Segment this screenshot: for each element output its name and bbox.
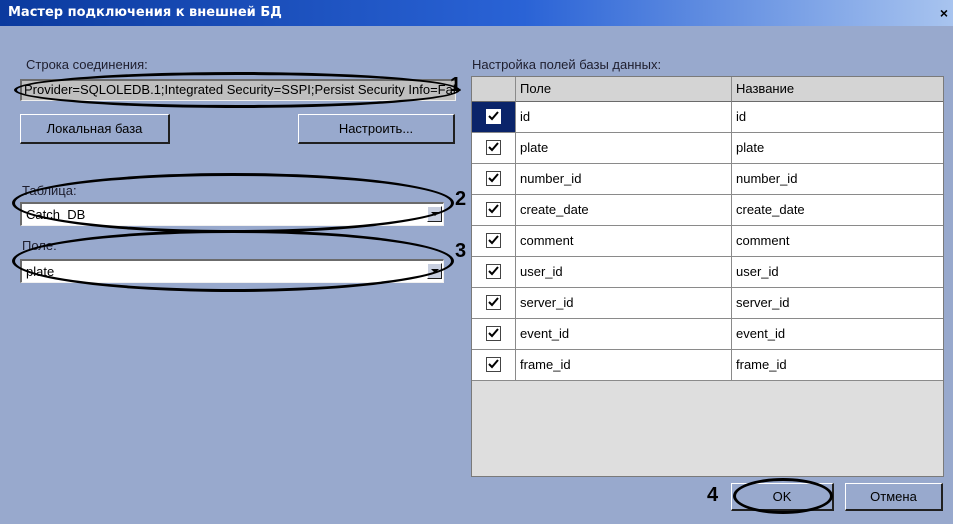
row-checkbox[interactable] — [486, 326, 501, 341]
row-field-cell[interactable]: id — [516, 102, 732, 133]
row-field-cell[interactable]: event_id — [516, 319, 732, 350]
window-title: Мастер подключения к внешней БД — [8, 5, 282, 20]
title-bar: Мастер подключения к внешней БД × — [0, 0, 953, 26]
table-row[interactable]: comment comment — [472, 226, 943, 257]
configure-button[interactable]: Настроить... — [298, 114, 455, 144]
chevron-down-icon[interactable] — [427, 206, 442, 222]
checkmark-icon — [488, 328, 499, 338]
row-field-cell[interactable]: plate — [516, 133, 732, 164]
field-select[interactable]: plate — [20, 259, 444, 283]
checkmark-icon — [488, 359, 499, 369]
local-db-button[interactable]: Локальная база — [20, 114, 170, 144]
field-label: Поле: — [22, 238, 57, 253]
checkmark-icon — [488, 111, 499, 121]
checkmark-icon — [488, 142, 499, 152]
row-field-cell[interactable]: create_date — [516, 195, 732, 226]
table-select[interactable]: Catch_DB — [20, 202, 444, 226]
close-icon[interactable]: × — [935, 0, 953, 26]
row-checkbox-cell — [472, 226, 516, 257]
row-name-cell[interactable]: server_id — [732, 288, 943, 319]
table-label: Таблица: — [22, 183, 77, 198]
table-row[interactable]: number_id number_id — [472, 164, 943, 195]
row-name-cell[interactable]: plate — [732, 133, 943, 164]
row-checkbox[interactable] — [486, 171, 501, 186]
row-name-cell[interactable]: event_id — [732, 319, 943, 350]
grid-header-field[interactable]: Поле — [516, 77, 732, 102]
row-field-cell[interactable]: number_id — [516, 164, 732, 195]
row-checkbox-cell — [472, 133, 516, 164]
row-field-cell[interactable]: user_id — [516, 257, 732, 288]
field-select-value: plate — [26, 264, 55, 279]
table-row[interactable]: create_date create_date — [472, 195, 943, 226]
row-checkbox[interactable] — [486, 140, 501, 155]
table-row[interactable]: server_id server_id — [472, 288, 943, 319]
grid-header-check — [472, 77, 516, 102]
table-row[interactable]: event_id event_id — [472, 319, 943, 350]
row-checkbox[interactable] — [486, 233, 501, 248]
row-field-cell[interactable]: comment — [516, 226, 732, 257]
connection-string-field[interactable]: Provider=SQLOLEDB.1;Integrated Security=… — [20, 79, 456, 101]
row-checkbox-cell — [472, 319, 516, 350]
row-checkbox-cell — [472, 288, 516, 319]
checkmark-icon — [488, 266, 499, 276]
row-checkbox-cell — [472, 102, 516, 133]
row-checkbox-cell — [472, 164, 516, 195]
checkmark-icon — [488, 173, 499, 183]
row-checkbox[interactable] — [486, 357, 501, 372]
fields-grid: Поле Название id id plate plate number_id num… — [471, 76, 944, 477]
row-checkbox-cell — [472, 350, 516, 381]
cancel-button[interactable]: Отмена — [845, 483, 943, 511]
chevron-down-icon[interactable] — [427, 263, 442, 279]
connection-label: Строка соединения: — [26, 57, 148, 72]
grid-label: Настройка полей базы данных: — [472, 57, 662, 72]
row-name-cell[interactable]: comment — [732, 226, 943, 257]
row-checkbox-cell — [472, 257, 516, 288]
table-row[interactable]: user_id user_id — [472, 257, 943, 288]
ok-button[interactable]: OK — [731, 483, 834, 511]
row-name-cell[interactable]: number_id — [732, 164, 943, 195]
callout-number-2: 2 — [455, 188, 467, 210]
row-checkbox[interactable] — [486, 264, 501, 279]
row-field-cell[interactable]: server_id — [516, 288, 732, 319]
row-name-cell[interactable]: user_id — [732, 257, 943, 288]
grid-header-name[interactable]: Название — [732, 77, 943, 102]
table-row[interactable]: frame_id frame_id — [472, 350, 943, 381]
row-checkbox[interactable] — [486, 295, 501, 310]
checkmark-icon — [488, 204, 499, 214]
callout-number-1: 1 — [450, 74, 462, 96]
checkmark-icon — [488, 235, 499, 245]
callout-number-3: 3 — [455, 240, 467, 262]
row-checkbox[interactable] — [486, 202, 501, 217]
row-field-cell[interactable]: frame_id — [516, 350, 732, 381]
table-select-value: Catch_DB — [26, 207, 86, 222]
row-name-cell[interactable]: id — [732, 102, 943, 133]
table-row[interactable]: id id — [472, 102, 943, 133]
row-name-cell[interactable]: frame_id — [732, 350, 943, 381]
row-name-cell[interactable]: create_date — [732, 195, 943, 226]
checkmark-icon — [488, 297, 499, 307]
row-checkbox[interactable] — [486, 109, 501, 124]
table-row[interactable]: plate plate — [472, 133, 943, 164]
callout-number-4: 4 — [707, 484, 719, 506]
row-checkbox-cell — [472, 195, 516, 226]
